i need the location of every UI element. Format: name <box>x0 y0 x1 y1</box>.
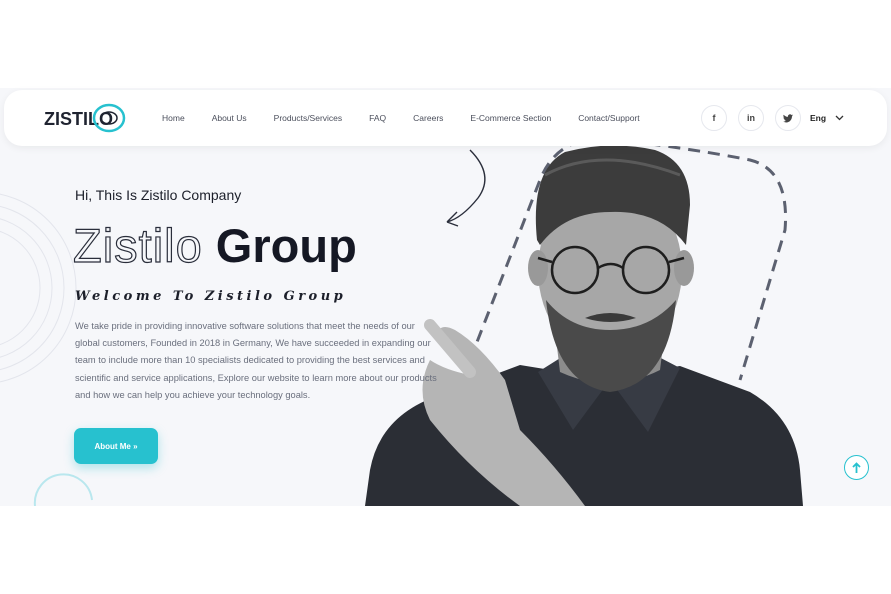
hero-title-outline: Zistilo <box>72 218 203 272</box>
about-me-button[interactable]: About Me » <box>74 428 158 464</box>
nav-careers[interactable]: Careers <box>413 113 443 123</box>
main-nav: Home About Us Products/Services FAQ Care… <box>162 90 667 146</box>
nav-home[interactable]: Home <box>162 113 185 123</box>
scroll-to-top-button[interactable] <box>844 455 869 480</box>
nav-ecommerce[interactable]: E-Commerce Section <box>470 113 551 123</box>
hero-title-solid: Group <box>215 219 357 272</box>
arrow-up-icon <box>852 461 861 473</box>
doodle-arrow-icon <box>446 149 486 227</box>
page: ZISTILO Home About Us Products/Services … <box>0 0 891 594</box>
hero-description: We take pride in providing innovative so… <box>75 321 437 400</box>
nav-contact-support[interactable]: Contact/Support <box>578 113 639 123</box>
facebook-icon[interactable]: f <box>701 105 727 131</box>
language-label: Eng <box>810 113 827 123</box>
top-navbar: ZISTILO Home About Us Products/Services … <box>4 90 887 146</box>
language-selector[interactable]: Eng <box>810 90 844 146</box>
hero-welcome: Welcome To Zistilo Group <box>75 289 347 304</box>
nav-about-us[interactable]: About Us <box>212 113 247 123</box>
hero-title: Zistilo Group <box>72 218 357 273</box>
hero-greeting: Hi, This Is Zistilo Company <box>75 187 242 203</box>
zistilo-logo[interactable]: ZISTILO <box>44 102 128 134</box>
svg-text:ZISTILO: ZISTILO <box>44 109 113 129</box>
nav-faq[interactable]: FAQ <box>369 113 386 123</box>
chevron-down-icon <box>835 115 844 121</box>
twitter-icon[interactable] <box>775 105 801 131</box>
nav-products-services[interactable]: Products/Services <box>274 113 343 123</box>
linkedin-icon[interactable]: in <box>738 105 764 131</box>
